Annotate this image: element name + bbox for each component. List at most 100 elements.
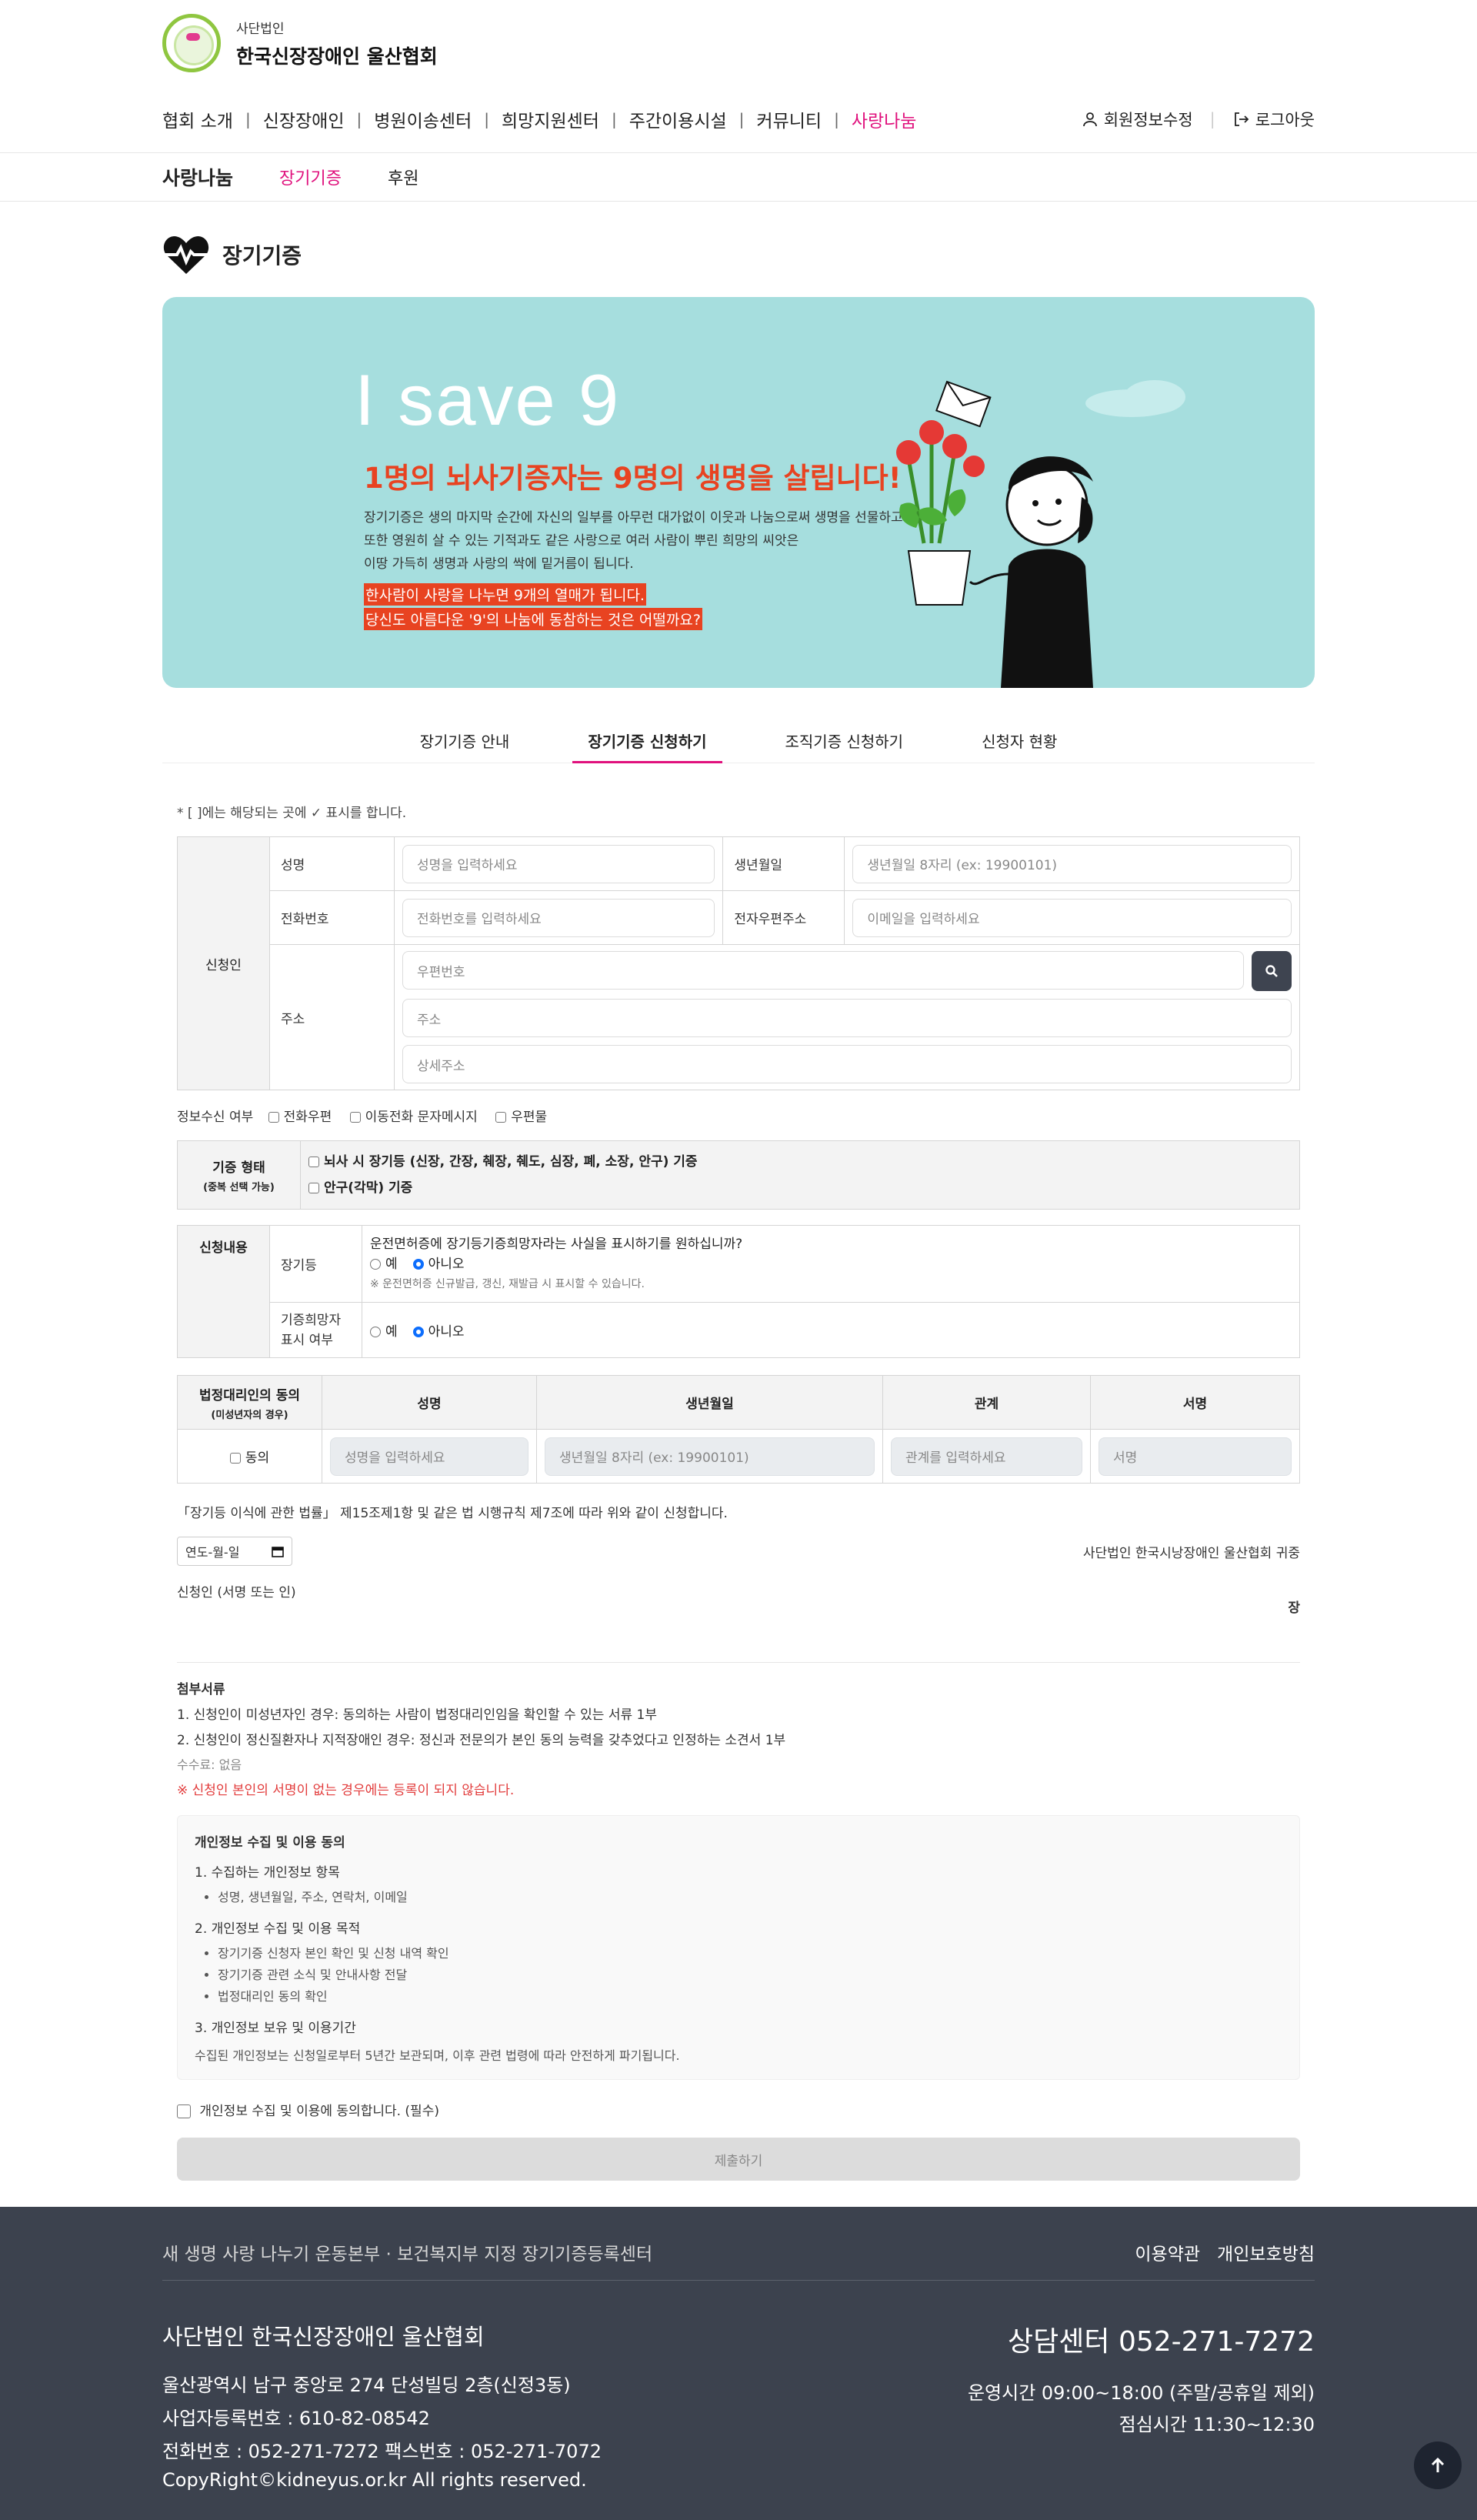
phone-input[interactable]: 전화번호를 입력하세요 bbox=[402, 898, 715, 937]
receive-post-checkbox[interactable] bbox=[495, 1112, 507, 1123]
guardian-table: 법정대리인의 동의 (미성년자의 경우) 성명 생년월일 관계 서명 동의 성명… bbox=[177, 1375, 1300, 1484]
logout-link[interactable]: 로그아웃 bbox=[1232, 108, 1315, 131]
email-input[interactable]: 이메일을 입력하세요 bbox=[852, 898, 1292, 937]
name-input[interactable]: 성명을 입력하세요 bbox=[402, 844, 715, 883]
birth-input[interactable]: 생년월일 8자리 (ex: 19900101) bbox=[852, 844, 1292, 883]
guardian-signature-input[interactable]: 서명 bbox=[1099, 1437, 1292, 1476]
address-detail-input[interactable]: 상세주소 bbox=[402, 1045, 1292, 1083]
tab-donation-apply[interactable]: 장기기증 신청하기 bbox=[572, 726, 722, 763]
banner-highlight-2: 당신도 아름다운 '9'의 나눔에 동참하는 것은 어떨까요? bbox=[364, 608, 702, 630]
brain-death-organs-checkbox[interactable] bbox=[308, 1157, 319, 1167]
tab-applicant-status[interactable]: 신청자 현황 bbox=[966, 726, 1072, 763]
submit-button[interactable]: 제출하기 bbox=[177, 2138, 1300, 2181]
user-links: 회원정보수정 | 로그아웃 bbox=[1082, 108, 1315, 131]
guardian-relation-input[interactable]: 관계를 입력하세요 bbox=[891, 1437, 1082, 1476]
phone-label: 전화번호 bbox=[269, 890, 395, 945]
receive-sms-checkbox[interactable] bbox=[349, 1112, 361, 1123]
woman-with-flowers-illustration bbox=[896, 380, 1185, 688]
privacy-s1: 1. 수집하는 개인정보 항목 bbox=[195, 1865, 340, 1881]
applicant-table: 신청인 성명 성명을 입력하세요 생년월일 생년월일 8자리 (ex: 1990… bbox=[177, 836, 1300, 1090]
address-label: 주소 bbox=[269, 944, 395, 1090]
application-content-table: 신청내용 장기등 운전면허증에 장기등기증희망자라는 사실을 표시하기를 원하십… bbox=[177, 1225, 1300, 1358]
privacy-policy-link[interactable]: 개인보호방침 bbox=[1217, 2239, 1315, 2280]
brand-sub: 사단법인 bbox=[236, 21, 285, 37]
tab-donation-guide[interactable]: 장기기증 안내 bbox=[405, 726, 525, 763]
banner-paragraph-1: 장기기증은 생의 마지막 순간에 자신의 일부를 아무런 대가없이 이웃과 나눔… bbox=[364, 510, 903, 526]
user-icon bbox=[1082, 112, 1097, 127]
nav-item-kidney[interactable]: 신장장애인 bbox=[263, 106, 345, 132]
logout-label: 로그아웃 bbox=[1255, 111, 1315, 129]
license-no-radio[interactable] bbox=[412, 1258, 424, 1270]
guardian-birth-input[interactable]: 생년월일 8자리 (ex: 19900101) bbox=[545, 1437, 875, 1476]
name-label: 성명 bbox=[269, 836, 395, 891]
footer-lunch: 점심시간 11:30~12:30 bbox=[1119, 2414, 1315, 2435]
donation-type-label: 기증 형태 bbox=[212, 1160, 265, 1176]
guardian-consent-label: 동의 bbox=[245, 1450, 270, 1466]
banner-highlight-1: 한사람이 사랑을 나누면 9개의 열매가 됩니다. bbox=[364, 583, 646, 606]
logout-icon bbox=[1234, 112, 1249, 126]
date-placeholder: 연도-월-일 bbox=[185, 1545, 240, 1560]
subnav-divider bbox=[0, 201, 1477, 202]
receive-phone-mail-checkbox[interactable] bbox=[268, 1112, 279, 1123]
privacy-title: 개인정보 수집 및 이용 동의 bbox=[195, 1835, 345, 1851]
nav-item-transport[interactable]: 병원이송센터 bbox=[374, 106, 472, 132]
privacy-agree-checkbox[interactable] bbox=[177, 2104, 191, 2118]
subnav-item-donation[interactable]: 장기기증 bbox=[279, 165, 342, 189]
guardian-col-birth: 생년월일 bbox=[536, 1375, 883, 1430]
association-logo[interactable] bbox=[162, 14, 221, 72]
footer-center: 상담센터 052-271-7272 bbox=[1008, 2326, 1315, 2358]
seal-text: 장 bbox=[1288, 1600, 1300, 1616]
fee-text: 수수료: 없음 bbox=[177, 1757, 242, 1772]
cornea-checkbox[interactable] bbox=[308, 1183, 319, 1193]
brain-death-organs-label: 뇌사 시 장기등 (신장, 간장, 췌장, 췌도, 심장, 폐, 소장, 안구)… bbox=[324, 1154, 698, 1170]
tab-tissue-apply[interactable]: 조직기증 신청하기 bbox=[770, 726, 919, 763]
footer-slogan: 새 생명 사랑 나누기 운동본부 · 보건복지부 지정 장기기증등록센터 bbox=[162, 2245, 653, 2265]
receive-row: 정보수신 여부 전화우편 이동전화 문자메시지 우편물 bbox=[177, 1106, 1300, 1125]
donation-type-sub: (중복 선택 가능) bbox=[203, 1182, 275, 1193]
main-nav: 협회 소개 | 신장장애인 | 병원이송센터 | 희망지원센터 | 주간이용시설 | 커뮤… bbox=[162, 86, 1315, 152]
receive-phone-mail-label: 전화우편 bbox=[283, 1110, 332, 1125]
address-input[interactable]: 주소 bbox=[402, 999, 1292, 1037]
arrow-up-icon bbox=[1431, 2457, 1445, 2472]
section-divider bbox=[177, 1662, 1300, 1663]
footer-hours: 운영시간 09:00~18:00 (주말/공휴일 제외) bbox=[967, 2382, 1315, 2404]
application-date-input[interactable]: 연도-월-일 bbox=[177, 1537, 292, 1566]
signer-label: 신청인 (서명 또는 인) bbox=[177, 1585, 296, 1600]
search-icon bbox=[1265, 965, 1278, 977]
subnav-item-sponsor[interactable]: 후원 bbox=[388, 165, 418, 189]
hope-no-radio[interactable] bbox=[412, 1327, 424, 1337]
guardian-sub: (미성년자의 경우) bbox=[211, 1409, 288, 1421]
signature-warning: ※ 신청인 본인의 서명이 없는 경우에는 등록이 되지 않습니다. bbox=[177, 1783, 515, 1798]
guardian-consent-checkbox[interactable] bbox=[229, 1453, 241, 1464]
nav-item-hope[interactable]: 희망지원센터 bbox=[502, 106, 599, 132]
form-note: * [ ]에는 해당되는 곳에 ✓ 표시를 합니다. bbox=[177, 806, 407, 821]
donation-type-table: 기증 형태 (중복 선택 가능) 뇌사 시 장기등 (신장, 간장, 췌장, 췌… bbox=[177, 1140, 1300, 1210]
privacy-s3: 3. 개인정보 보유 및 이용기간 bbox=[195, 2021, 356, 2036]
calendar-icon bbox=[272, 1547, 284, 1557]
nav-item-community[interactable]: 커뮤니티 bbox=[756, 106, 822, 132]
content-label: 신청내용 bbox=[177, 1225, 270, 1358]
footer-org: 사단법인 한국신장장애인 울산협회 bbox=[162, 2324, 485, 2350]
address-search-button[interactable] bbox=[1252, 951, 1292, 991]
nav-item-love[interactable]: 사랑나눔 bbox=[852, 106, 917, 132]
terms-link[interactable]: 이용약관 bbox=[1135, 2239, 1200, 2280]
page-title: 장기기증 bbox=[222, 243, 302, 269]
brand[interactable]: 사단법인 한국신장장애인 울산협회 bbox=[236, 18, 438, 69]
law-text: 「장기등 이식에 관한 법률」 제15조제1항 및 같은 법 시행규칙 제7조에… bbox=[177, 1506, 728, 1521]
hope-label-line1: 기증희망자 bbox=[281, 1312, 342, 1328]
zipcode-input[interactable]: 우편번호 bbox=[402, 951, 1244, 990]
scroll-top-button[interactable] bbox=[1414, 2442, 1462, 2489]
receive-label: 정보수신 여부 bbox=[177, 1110, 254, 1125]
attach-title: 첨부서류 bbox=[177, 1682, 225, 1697]
guardian-col-relation: 관계 bbox=[882, 1375, 1091, 1430]
hope-yes-radio[interactable] bbox=[370, 1327, 381, 1337]
guardian-name-input[interactable]: 성명을 입력하세요 bbox=[330, 1437, 529, 1476]
license-yes-radio[interactable] bbox=[370, 1258, 381, 1270]
edit-profile-link[interactable]: 회원정보수정 bbox=[1082, 108, 1193, 131]
nav-item-daycare[interactable]: 주간이용시설 bbox=[629, 106, 727, 132]
footer-copyright: CopyRight©kidneyus.or.kr All rights rese… bbox=[162, 2469, 587, 2491]
banner-headline: 1명의 뇌사기증자는 9명의 생명을 살립니다! bbox=[364, 462, 902, 495]
birth-label: 생년월일 bbox=[722, 836, 845, 891]
nav-item-about[interactable]: 협회 소개 bbox=[162, 106, 233, 132]
banner-paragraph-2: 또한 영원히 살 수 있는 기적과도 같은 사랑으로 여러 사람이 뿌린 희망의… bbox=[364, 533, 799, 549]
